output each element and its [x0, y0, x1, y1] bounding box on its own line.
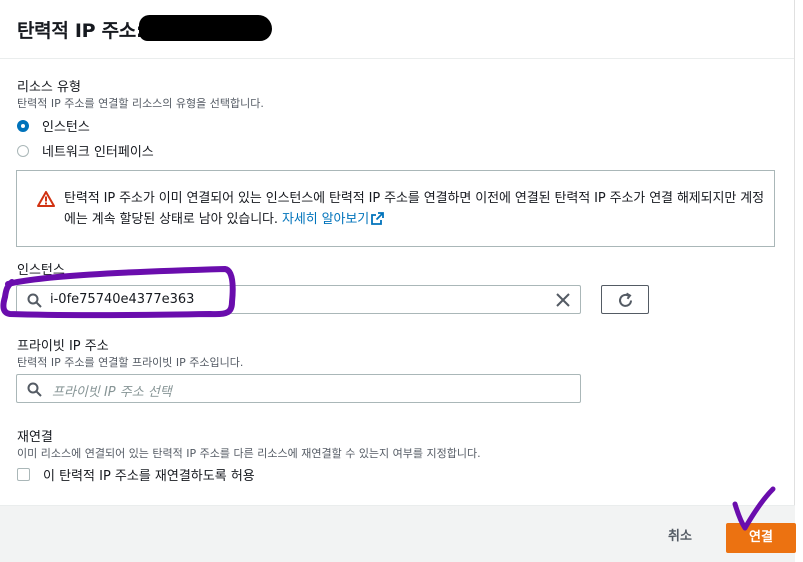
- warning-icon: [37, 191, 55, 207]
- radio-network-interface-label: 네트워크 인터페이스: [42, 145, 154, 160]
- learn-more-link[interactable]: 자세히 알아보기: [282, 212, 384, 227]
- refresh-icon: [619, 292, 632, 307]
- info-alert: 탄력적 IP 주소가 이미 연결되어 있는 인스턴스에 탄력적 IP 주소를 연…: [16, 170, 775, 247]
- private-ip-placeholder: 프라이빗 IP 주소 선택: [52, 385, 172, 400]
- radio-network-interface[interactable]: 네트워크 인터페이스: [17, 141, 154, 160]
- reassociate-checkbox-label: 이 탄력적 IP 주소를 재연결하도록 허용: [43, 469, 255, 484]
- search-icon: [27, 382, 42, 397]
- radio-network-interface-control[interactable]: [17, 144, 29, 157]
- radio-instance-label: 인스턴스: [42, 120, 90, 135]
- resource-type-label: 리소스 유형: [17, 80, 81, 95]
- external-link-icon: [371, 212, 384, 225]
- cancel-button[interactable]: 취소: [654, 522, 706, 552]
- radio-instance[interactable]: 인스턴스: [17, 116, 90, 135]
- reassociate-description: 이미 리소스에 연결되어 있는 탄력적 IP 주소를 다른 리소스에 재연결할 …: [17, 447, 481, 460]
- private-ip-label: 프라이빗 IP 주소: [17, 339, 109, 354]
- redacted-ip: [139, 15, 272, 41]
- alert-text: 탄력적 IP 주소가 이미 연결되어 있는 인스턴스에 탄력적 IP 주소를 연…: [64, 188, 764, 230]
- modal-title: 탄력적 IP 주소:: [17, 20, 144, 42]
- instance-value: i-0fe75740e4377e363: [50, 292, 195, 307]
- instance-search-input[interactable]: i-0fe75740e4377e363: [16, 285, 581, 314]
- modal-header: 탄력적 IP 주소:: [0, 0, 795, 59]
- radio-instance-control[interactable]: [17, 119, 29, 132]
- private-ip-description: 탄력적 IP 주소를 연결할 프라이빗 IP 주소입니다.: [17, 356, 244, 369]
- alert-message: 탄력적 IP 주소가 이미 연결되어 있는 인스턴스에 탄력적 IP 주소를 연…: [64, 191, 765, 227]
- reassociate-checkbox[interactable]: [17, 468, 30, 481]
- connect-button[interactable]: 연결: [726, 523, 796, 553]
- private-ip-select[interactable]: 프라이빗 IP 주소 선택: [16, 374, 581, 403]
- reassociate-label: 재연결: [17, 430, 53, 445]
- refresh-button[interactable]: [601, 285, 649, 314]
- scrollbar[interactable]: [794, 0, 803, 561]
- resource-type-description: 탄력적 IP 주소를 연결할 리소스의 유형을 선택합니다.: [17, 97, 264, 110]
- clear-icon[interactable]: [556, 293, 570, 307]
- reassociate-checkbox-row[interactable]: 이 탄력적 IP 주소를 재연결하도록 허용: [17, 465, 255, 484]
- instance-label: 인스턴스: [17, 263, 65, 278]
- search-icon: [27, 293, 42, 308]
